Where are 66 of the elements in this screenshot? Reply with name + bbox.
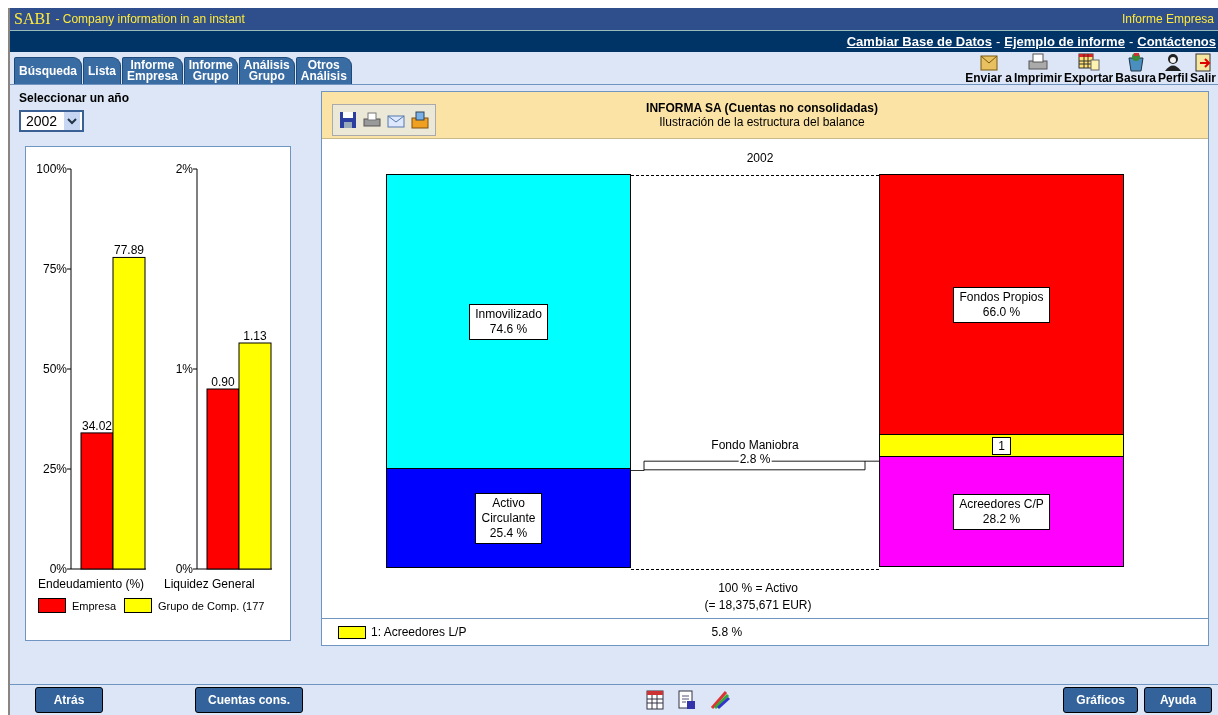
fax-icon[interactable]: [411, 111, 429, 129]
printer-icon: [1026, 52, 1049, 72]
legend-label: Empresa: [72, 599, 117, 612]
footnote-value: 5.8 %: [711, 625, 743, 639]
tick-label: 0%: [175, 562, 193, 576]
report-subtitle: Ilustración de la estructura del balance: [658, 115, 866, 129]
tagline: - Company information in an instant: [55, 12, 245, 26]
nav-link[interactable]: Ejemplo de informe: [1004, 34, 1125, 49]
data-label: 1.13: [243, 329, 267, 343]
total-value: (= 18,375,671 EUR): [703, 597, 813, 614]
palette-icon[interactable]: [710, 690, 731, 710]
spreadsheet-icon: [1077, 52, 1100, 72]
block-label: Inmovilizado 74.6 %: [469, 303, 548, 340]
section-title: Informe Empresa: [1121, 12, 1214, 26]
toolbar-button[interactable]: Salir: [1190, 52, 1216, 84]
axis-title: Endeudamiento (%): [37, 577, 146, 591]
tab[interactable]: Lista: [83, 57, 122, 84]
toolbar-button[interactable]: Imprimir: [1013, 52, 1062, 84]
tick-label: 2%: [175, 162, 193, 176]
tick-label: 25%: [42, 462, 67, 476]
data-label: 34.02: [82, 418, 112, 433]
exit-door-icon: [1192, 52, 1214, 72]
document-icon[interactable]: [678, 690, 697, 710]
nav-button[interactable]: Atrás: [35, 687, 103, 713]
tab[interactable]: Análisis Grupo: [238, 57, 295, 84]
brand-name: SABI: [14, 10, 51, 28]
separator-text: -: [995, 34, 1001, 49]
toolbar-button[interactable]: Exportar: [1063, 52, 1114, 84]
tick-label: 100%: [36, 162, 67, 176]
working-capital-label: Fondo Maniobra: [710, 438, 800, 452]
year-dropdown[interactable]: 2002: [19, 110, 84, 132]
document-table-icon[interactable]: [646, 690, 665, 710]
tick-label: 0%: [49, 562, 67, 576]
tick-label: 1%: [175, 362, 193, 376]
tick-label: 75%: [42, 262, 67, 276]
nav-link[interactable]: Cambiar Base de Datos: [846, 34, 992, 49]
field-label: Seleccionar un año: [19, 91, 131, 105]
legend-label: Grupo de Comp. (177: [158, 599, 265, 612]
tab[interactable]: Informe Empresa: [122, 57, 183, 84]
nav-button[interactable]: Gráficos: [1063, 687, 1138, 713]
tick-label: 50%: [42, 362, 67, 376]
toolbar-button[interactable]: Perfil: [1157, 52, 1188, 84]
axis-title: Liquidez General: [163, 577, 256, 591]
tab[interactable]: Informe Grupo: [183, 57, 238, 84]
footnote-marker: 1: [992, 436, 1011, 455]
envelope-icon: [977, 52, 1000, 72]
nav-button[interactable]: Cuentas cons.: [195, 687, 304, 713]
block-label: Activo Circulante 25.4 %: [475, 492, 542, 544]
tab[interactable]: Búsqueda: [14, 57, 82, 84]
footnote-text: 1: Acreedores L/P: [371, 625, 467, 639]
toolbar-button[interactable]: Enviar a: [965, 52, 1012, 84]
data-label: 77.89: [114, 243, 144, 258]
report-title: INFORMA SA (Cuentas no consolidadas): [645, 101, 879, 115]
total-label: 100 % = Activo: [717, 580, 799, 597]
printer-icon[interactable]: [363, 111, 381, 129]
nav-button[interactable]: Ayuda: [1144, 687, 1212, 713]
block-label: Acreedores C/P 28.2 %: [953, 493, 1050, 530]
separator-text: -: [1128, 34, 1134, 49]
tab[interactable]: Otros Análisis: [295, 57, 352, 84]
toolbar-button[interactable]: Basura: [1115, 52, 1156, 84]
save-icon[interactable]: [339, 111, 357, 129]
working-capital-value: 2.8 %: [738, 453, 772, 466]
block-label: Fondos Propios 66.0 %: [953, 286, 1050, 323]
year-label: 2002: [745, 151, 775, 165]
nav-link[interactable]: Contáctenos: [1137, 34, 1216, 49]
data-label: 0.90: [211, 375, 235, 389]
